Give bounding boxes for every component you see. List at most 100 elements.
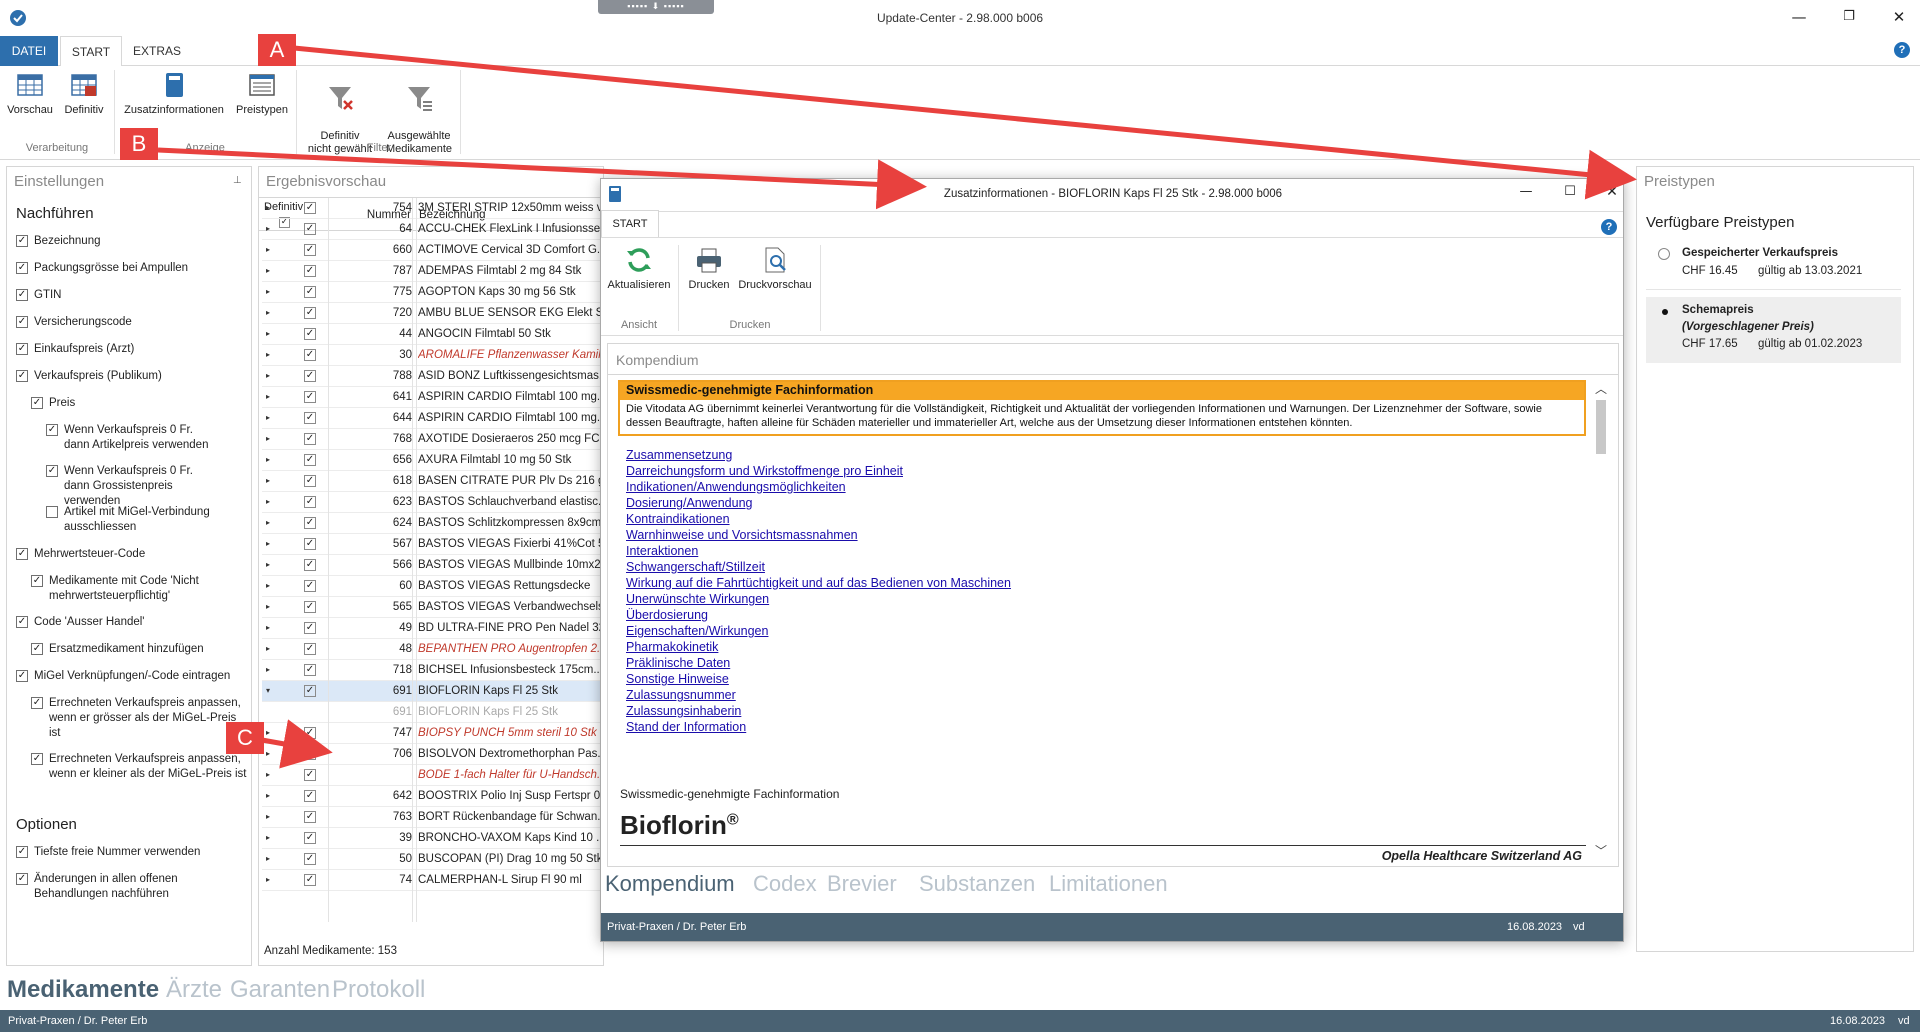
table-row[interactable]: ▸ ✓ 618 BASEN CITRATE PUR Plv Ds 216 g — [262, 471, 604, 492]
toc-link[interactable]: Zusammensetzung — [626, 448, 732, 462]
checkbox[interactable]: ✓ — [16, 316, 28, 328]
expand-icon[interactable]: ▸ — [266, 728, 270, 737]
table-row[interactable]: ▸ ✓ 623 BASTOS Schlauchverband elastisc.. — [262, 492, 604, 513]
nav-medikamente[interactable]: Medikamente — [7, 976, 159, 1004]
expand-icon[interactable]: ▸ — [266, 812, 270, 821]
toc-link[interactable]: Zulassungsinhaberin — [626, 704, 741, 718]
table-row[interactable]: ▸ ✓ 64 ACCU-CHEK FlexLink I Infusionsset — [262, 219, 604, 240]
table-row[interactable]: ▸ ✓ 30 AROMALIFE Pflanzenwasser Kamill.. — [262, 345, 604, 366]
expand-icon[interactable]: ▸ — [266, 476, 270, 485]
expand-icon[interactable]: ▸ — [266, 791, 270, 800]
expand-icon[interactable]: ▸ — [266, 287, 270, 296]
table-row[interactable]: ▸ ✓ 656 AXURA Filmtabl 10 mg 50 Stk — [262, 450, 604, 471]
dialog-nav-limitationen[interactable]: Limitationen — [1049, 871, 1168, 897]
tab-datei[interactable]: DATEI — [0, 36, 58, 66]
setting-verkaufspreis[interactable]: ✓ Verkaufspreis (Publikum) — [16, 369, 246, 384]
table-row[interactable]: ▸ ✓ 644 ASPIRIN CARDIO Filmtabl 100 mg.. — [262, 408, 604, 429]
expand-icon[interactable]: ▸ — [266, 854, 270, 863]
table-row[interactable]: ▸ ✓ 641 ASPIRIN CARDIO Filmtabl 100 mg.. — [262, 387, 604, 408]
table-row[interactable]: ▸ ✓ 768 AXOTIDE Dosieraeros 250 mcg FC.. — [262, 429, 604, 450]
dialog-nav-codex[interactable]: Codex — [753, 871, 817, 897]
setting-verkaufspreis-artikelpreis[interactable]: ✓ Wenn Verkaufspreis 0 Fr. dann Artikelpr… — [46, 423, 211, 453]
scrollbar[interactable]: ︿ ﹀ — [1592, 380, 1610, 860]
row-checkbox[interactable]: ✓ — [304, 832, 316, 844]
toc-link[interactable]: Überdosierung — [626, 608, 708, 622]
row-checkbox[interactable]: ✓ — [304, 664, 316, 676]
table-row[interactable]: ▸ ✓ 39 BRONCHO-VAXOM Kaps Kind 10 .. — [262, 828, 604, 849]
toc-link[interactable]: Zulassungsnummer — [626, 688, 736, 702]
table-row[interactable]: ▸ ✓ 566 BASTOS VIEGAS Mullbinde 10mx2.. — [262, 555, 604, 576]
row-checkbox[interactable]: ✓ — [304, 727, 316, 739]
table-row[interactable]: ▸ ✓ 775 AGOPTON Kaps 30 mg 56 Stk — [262, 282, 604, 303]
toc-link[interactable]: Indikationen/Anwendungsmöglichkeiten — [626, 480, 846, 494]
row-checkbox[interactable]: ✓ — [304, 643, 316, 655]
tab-extras[interactable]: EXTRAS — [124, 36, 190, 66]
row-checkbox[interactable]: ✓ — [304, 601, 316, 613]
price-option-schemapreis[interactable]: Schemapreis (Vorgeschlagener Preis) CHF … — [1646, 297, 1901, 363]
aktualisieren-button[interactable]: Aktualisieren — [605, 245, 673, 291]
option-tiefste-nummer[interactable]: ✓ Tiefste freie Nummer verwenden — [16, 845, 246, 860]
checkbox[interactable]: ✓ — [31, 575, 43, 587]
toc-link[interactable]: Wirkung auf die Fahrtüchtigkeit und auf … — [626, 576, 1011, 590]
setting-migel-ausschliessen[interactable]: Artikel mit MiGel-Verbindung ausschliess… — [46, 505, 211, 535]
checkbox[interactable]: ✓ — [16, 873, 28, 885]
dialog-maximize-button[interactable]: ☐ — [1555, 181, 1585, 203]
expand-icon[interactable]: ▸ — [266, 560, 270, 569]
radio-button-selected[interactable] — [1662, 309, 1668, 315]
table-row[interactable]: ▸ ✓ 642 BOOSTRIX Polio Inj Susp Fertspr 0.. — [262, 786, 604, 807]
toc-link[interactable]: Stand der Information — [626, 720, 746, 734]
row-checkbox[interactable]: ✓ — [304, 307, 316, 319]
row-checkbox[interactable]: ✓ — [304, 559, 316, 571]
dialog-close-button[interactable]: ✕ — [1597, 181, 1623, 203]
row-checkbox[interactable]: ✓ — [304, 223, 316, 235]
option-aenderungen-nachfuehren[interactable]: ✓ Änderungen in allen offenen Behandlunge… — [16, 872, 201, 902]
table-row[interactable]: ▸ ✓ 788 ASID BONZ Luftkissengesichtsmas.. — [262, 366, 604, 387]
toc-link[interactable]: Schwangerschaft/Stillzeit — [626, 560, 765, 574]
definitiv-button[interactable]: Definitiv — [58, 70, 110, 117]
table-row[interactable]: ▸ ✓ 706 BISOLVON Dextromethorphan Pas.. — [262, 744, 604, 765]
table-row[interactable]: ▸ ✓ 720 AMBU BLUE SENSOR EKG Elekt SU — [262, 303, 604, 324]
zusatzinformationen-button[interactable]: Zusatzinformationen — [118, 70, 230, 117]
setting-ersatzmedikament[interactable]: ✓ Ersatzmedikament hinzufügen — [31, 642, 246, 657]
row-checkbox[interactable]: ✓ — [304, 874, 316, 886]
row-checkbox[interactable]: ✓ — [304, 391, 316, 403]
expand-icon[interactable]: ▸ — [266, 497, 270, 506]
checkbox[interactable]: ✓ — [16, 289, 28, 301]
row-checkbox[interactable]: ✓ — [304, 202, 316, 214]
dialog-nav-brevier[interactable]: Brevier — [827, 871, 897, 897]
row-checkbox[interactable]: ✓ — [304, 496, 316, 508]
scroll-thumb[interactable] — [1596, 400, 1606, 454]
checkbox[interactable]: ✓ — [16, 235, 28, 247]
checkbox[interactable] — [46, 506, 58, 518]
expand-icon[interactable]: ▸ — [266, 602, 270, 611]
row-checkbox[interactable]: ✓ — [304, 769, 316, 781]
scroll-up-icon[interactable]: ︿ — [1592, 380, 1610, 397]
setting-gtin[interactable]: ✓ GTIN — [16, 288, 246, 303]
expand-icon[interactable]: ▸ — [266, 245, 270, 254]
expand-icon[interactable]: ▸ — [266, 329, 270, 338]
dialog-minimize-button[interactable]: — — [1511, 181, 1541, 203]
dialog-help-icon[interactable]: ? — [1601, 219, 1617, 235]
expand-icon[interactable]: ▸ — [266, 875, 270, 884]
expand-icon[interactable]: ▸ — [266, 455, 270, 464]
table-row[interactable]: ▾ ✓ 691 BIOFLORIN Kaps Fl 25 Stk — [262, 681, 604, 702]
row-checkbox[interactable]: ✓ — [304, 517, 316, 529]
table-row[interactable]: ▸ ✓ 747 BIOPSY PUNCH 5mm steril 10 Stk — [262, 723, 604, 744]
toc-link[interactable]: Eigenschaften/Wirkungen — [626, 624, 768, 638]
checkbox[interactable]: ✓ — [46, 424, 58, 436]
drucken-button[interactable]: Drucken — [685, 245, 733, 291]
toc-link[interactable]: Darreichungsform und Wirkstoffmenge pro … — [626, 464, 903, 478]
help-icon[interactable]: ? — [1894, 42, 1910, 58]
toc-link[interactable]: Dosierung/Anwendung — [626, 496, 752, 510]
table-row[interactable]: ▸ ✓ 49 BD ULTRA-FINE PRO Pen Nadel 32.. — [262, 618, 604, 639]
checkbox[interactable]: ✓ — [46, 465, 58, 477]
table-row[interactable]: ▸ ✓ 50 BUSCOPAN (PI) Drag 10 mg 50 Stk — [262, 849, 604, 870]
toc-link[interactable]: Interaktionen — [626, 544, 698, 558]
expand-icon[interactable]: ▸ — [266, 644, 270, 653]
row-checkbox[interactable]: ✓ — [304, 685, 316, 697]
checkbox[interactable]: ✓ — [16, 343, 28, 355]
row-checkbox[interactable]: ✓ — [304, 433, 316, 445]
checkbox[interactable]: ✓ — [31, 643, 43, 655]
table-row[interactable]: ▸ ✓ 660 ACTIMOVE Cervical 3D Comfort G.. — [262, 240, 604, 261]
table-row[interactable]: ▸ ✓ 718 BICHSEL Infusionsbesteck 175cm.. — [262, 660, 604, 681]
